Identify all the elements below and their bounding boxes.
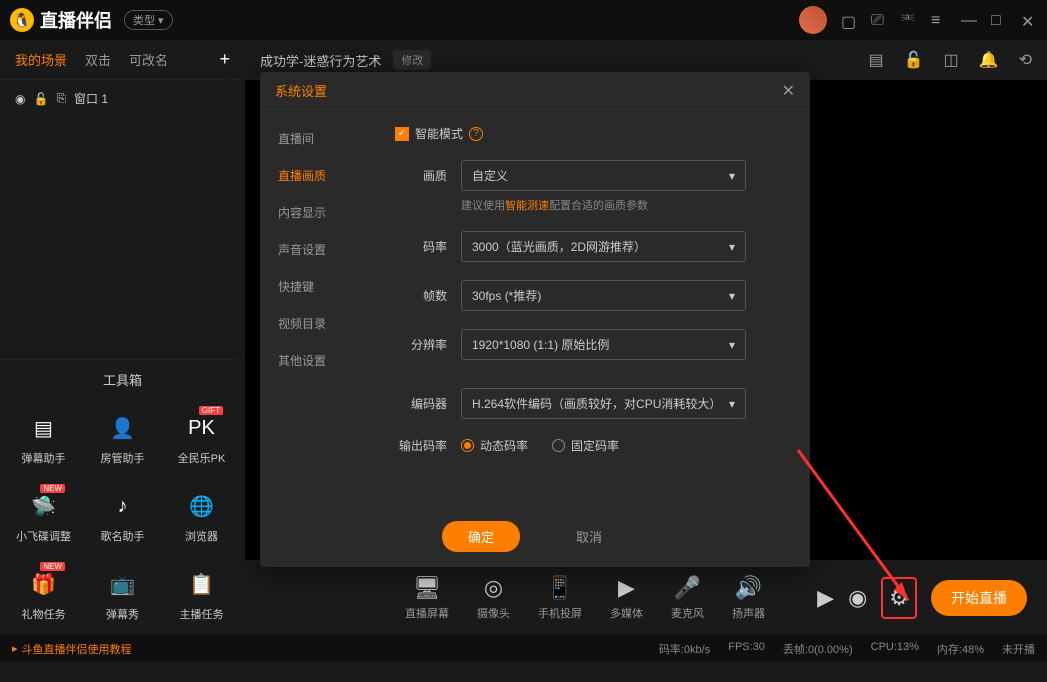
tab-doubleclick[interactable]: 双击 xyxy=(85,50,111,69)
fps-select[interactable]: 30fps (*推荐)▾ xyxy=(461,280,746,311)
tool-小飞碟调整[interactable]: 🛸小飞碟调整NEW xyxy=(8,482,79,552)
tool-弹幕助手[interactable]: ▤弹幕助手 xyxy=(8,404,79,474)
statusbar: ▸ 斗鱼直播伴侣使用教程 码率:0kb/s FPS:30 丢帧:0(0.00%)… xyxy=(0,635,1047,662)
user-avatar[interactable] xyxy=(799,6,827,34)
tool-icon: 🌐 xyxy=(186,490,218,522)
source-手机投屏[interactable]: 📱手机投屏 xyxy=(538,575,582,621)
room-title: 成功学-迷惑行为艺术 xyxy=(260,51,381,70)
scene-item[interactable]: ◉ 🔓 ⎘ 窗口 1 xyxy=(0,80,245,117)
tool-浏览器[interactable]: 🌐浏览器 xyxy=(166,482,237,552)
status-fps: FPS:30 xyxy=(728,641,765,657)
encoder-label: 编码器 xyxy=(395,395,447,412)
fps-label: 帧数 xyxy=(395,287,447,304)
scene-name: 窗口 1 xyxy=(74,90,108,107)
quality-label: 画质 xyxy=(395,167,447,184)
source-摄像头[interactable]: ◎摄像头 xyxy=(477,575,510,621)
status-drop: 丢帧:0(0.00%) xyxy=(783,641,853,657)
resolution-select[interactable]: 1920*1080 (1:1) 原始比例▾ xyxy=(461,329,746,360)
modal-title: 系统设置 xyxy=(275,81,327,100)
sidebar: 我的场景 双击 可改名 + ◉ 🔓 ⎘ 窗口 1 工具箱 ▤弹幕助手👤房管助手P… xyxy=(0,40,245,635)
tutorial-link[interactable]: ▸ 斗鱼直播伴侣使用教程 xyxy=(12,641,132,657)
tool-icon: 📺 xyxy=(107,568,139,600)
type-dropdown[interactable]: 类型 ▾ xyxy=(124,10,173,30)
tool-主播任务[interactable]: 📋主播任务 xyxy=(166,560,237,630)
screen-icon[interactable]: ▢ xyxy=(841,12,857,28)
modal-close-button[interactable]: ✕ xyxy=(782,81,795,101)
tool-icon: PK xyxy=(186,412,218,444)
settings-nav-内容显示[interactable]: 内容显示 xyxy=(260,194,370,231)
lock-icon[interactable]: 🔓 xyxy=(33,92,48,106)
radio-fixed-bitrate[interactable]: 固定码率 xyxy=(552,437,619,454)
titlebar: 🐧 直播伴侣 类型 ▾ ▢ ⎚ ⎃ ≡ — □ ✕ xyxy=(0,0,1047,40)
cancel-button[interactable]: 取消 xyxy=(550,521,628,552)
logo-icon: 🐧 xyxy=(10,8,34,32)
tool-icon: 👤 xyxy=(107,412,139,444)
source-扬声器[interactable]: 🔊扬声器 xyxy=(732,575,765,621)
source-直播屏幕[interactable]: 🖥直播屏幕 xyxy=(405,575,449,621)
quality-hint: 建议使用智能测速配置合适的画质参数 xyxy=(461,197,785,213)
tab-my-scenes[interactable]: 我的场景 xyxy=(15,50,67,69)
tool-弹幕秀[interactable]: 📺弹幕秀 xyxy=(87,560,158,630)
status-bitrate: 码率:0kb/s xyxy=(659,641,710,657)
bitrate-select[interactable]: 3000（蓝光画质，2D网游推荐）▾ xyxy=(461,231,746,262)
speedtest-link[interactable]: 智能测速 xyxy=(505,200,549,212)
menu-icon[interactable]: ≡ xyxy=(931,12,947,28)
output-bitrate-label: 输出码率 xyxy=(395,437,447,454)
bitrate-label: 码率 xyxy=(395,238,447,255)
source-麦克风[interactable]: 🎤麦克风 xyxy=(671,575,704,621)
edit-title-button[interactable]: 修改 xyxy=(393,50,431,70)
settings-nav-直播间[interactable]: 直播间 xyxy=(260,120,370,157)
encoder-select[interactable]: H.264软件编码（画质较好，对CPU消耗较大）▾ xyxy=(461,388,746,419)
tool-icon: 📋 xyxy=(186,568,218,600)
status-live: 未开播 xyxy=(1002,641,1035,657)
tool-icon: 🎁 xyxy=(28,568,60,600)
status-cpu: CPU:13% xyxy=(871,641,919,657)
share-icon[interactable]: ⟲ xyxy=(1019,50,1032,70)
tab-rename[interactable]: 可改名 xyxy=(129,50,168,69)
gear-icon: ⚙ xyxy=(889,585,909,610)
settings-modal: 系统设置 ✕ 直播间直播画质内容显示声音设置快捷键视频目录其他设置 ✓ 智能模式… xyxy=(260,72,810,567)
tool-礼物任务[interactable]: 🎁礼物任务NEW xyxy=(8,560,79,630)
smart-mode-checkbox[interactable]: ✓ 智能模式 ? xyxy=(395,125,483,142)
copy-icon[interactable]: ⎘ xyxy=(56,91,66,106)
minimize-icon[interactable]: — xyxy=(961,12,977,28)
tool-icon: ♪ xyxy=(107,490,139,522)
visibility-icon[interactable]: ◉ xyxy=(15,92,25,106)
status-mem: 内存:48% xyxy=(937,641,984,657)
help-icon[interactable]: ? xyxy=(469,127,483,141)
tool-icon: ▤ xyxy=(28,412,60,444)
toolbox-header: 工具箱 xyxy=(0,359,245,399)
bell-icon[interactable]: 🔔 xyxy=(979,50,999,70)
monitor-icon[interactable]: ⎚ xyxy=(871,12,887,28)
unlock-icon[interactable]: 🔓 xyxy=(904,50,924,70)
eye-icon[interactable]: ◉ xyxy=(848,585,867,611)
radio-dynamic-bitrate[interactable]: 动态码率 xyxy=(461,437,528,454)
settings-button-highlighted[interactable]: ⚙ xyxy=(881,577,917,619)
tool-全民乐PK[interactable]: PK全民乐PKGIFT xyxy=(166,404,237,474)
ok-button[interactable]: 确定 xyxy=(442,521,520,552)
app-title: 直播伴侣 xyxy=(40,7,112,33)
close-icon[interactable]: ✕ xyxy=(1021,12,1037,28)
quality-select[interactable]: 自定义▾ xyxy=(461,160,746,191)
add-scene-button[interactable]: + xyxy=(219,49,230,70)
layout-icon[interactable]: ◫ xyxy=(944,50,959,70)
settings-nav-直播画质[interactable]: 直播画质 xyxy=(260,157,370,194)
maximize-icon[interactable]: □ xyxy=(991,12,1007,28)
start-broadcast-button[interactable]: 开始直播 xyxy=(931,580,1027,616)
tool-icon: 🛸 xyxy=(28,490,60,522)
tool-歌名助手[interactable]: ♪歌名助手 xyxy=(87,482,158,552)
settings-nav-其他设置[interactable]: 其他设置 xyxy=(260,342,370,379)
resolution-label: 分辨率 xyxy=(395,336,447,353)
source-多媒体[interactable]: ▶多媒体 xyxy=(610,575,643,621)
chat-icon[interactable]: ▤ xyxy=(869,50,884,70)
bottom-toolbar: 🖥直播屏幕 ◎摄像头 📱手机投屏 ▶多媒体 🎤麦克风 🔊扬声器 ▶ ◉ ⚙ 开始直播 xyxy=(245,560,1047,635)
tool-房管助手[interactable]: 👤房管助手 xyxy=(87,404,158,474)
shirt-icon[interactable]: ⎃ xyxy=(901,12,917,28)
record-icon[interactable]: ▶ xyxy=(817,585,834,611)
settings-nav-声音设置[interactable]: 声音设置 xyxy=(260,231,370,268)
settings-nav-快捷键[interactable]: 快捷键 xyxy=(260,268,370,305)
settings-nav-视频目录[interactable]: 视频目录 xyxy=(260,305,370,342)
